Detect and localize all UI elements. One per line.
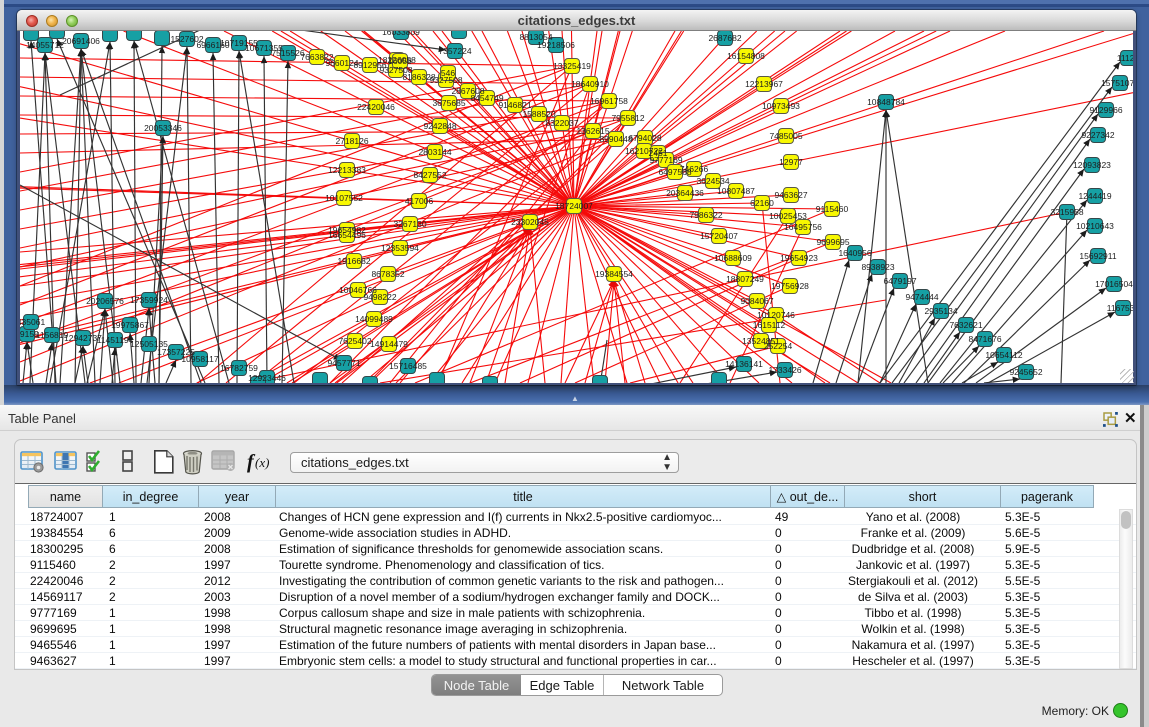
svg-text:8322037: 8322037 (545, 118, 578, 128)
svg-text:20364436: 20364436 (666, 188, 704, 198)
svg-text:2935134: 2935134 (924, 306, 957, 316)
svg-text:9129966: 9129966 (1089, 105, 1122, 115)
svg-text:17016504: 17016504 (1095, 279, 1133, 289)
svg-text:15720407: 15720407 (700, 231, 738, 241)
svg-text:14055712: 14055712 (26, 40, 64, 50)
svg-text:16961758: 16961758 (590, 96, 628, 106)
svg-text:16495756: 16495756 (784, 222, 822, 232)
svg-text:1733426: 1733426 (768, 365, 801, 375)
svg-text:3624534: 3624534 (696, 176, 729, 186)
svg-text:20691406: 20691406 (62, 36, 100, 46)
svg-text:417006: 417006 (405, 196, 434, 206)
svg-text:9777169: 9777169 (649, 155, 682, 165)
svg-text:(x): (x) (255, 455, 269, 470)
svg-text:15716485: 15716485 (389, 361, 427, 371)
svg-text:746266: 746266 (680, 164, 709, 174)
svg-text:12093823: 12093823 (1073, 160, 1111, 170)
svg-text:19975867: 19975867 (111, 320, 149, 330)
svg-text:19654923: 19654923 (780, 253, 818, 263)
svg-text:18724007: 18724007 (555, 201, 593, 211)
svg-text:10120746: 10120746 (757, 310, 795, 320)
svg-text:7625402: 7625402 (338, 336, 371, 346)
svg-text:3215958: 3215958 (1050, 207, 1083, 217)
svg-text:2718126: 2718126 (335, 136, 368, 146)
svg-text:14099489: 14099489 (355, 314, 393, 324)
svg-text:9699695: 9699695 (816, 237, 849, 247)
svg-text:10107552: 10107552 (325, 193, 363, 203)
svg-text:10654112: 10654112 (985, 350, 1022, 360)
svg-text:12353594: 12353594 (381, 243, 419, 253)
svg-text:435061: 435061 (20, 317, 45, 327)
svg-text:20206576: 20206576 (86, 296, 124, 306)
svg-text:9474444: 9474444 (905, 292, 938, 302)
svg-text:10848784: 10848784 (867, 97, 905, 107)
svg-text:8938923: 8938923 (861, 262, 894, 272)
svg-text:10973493: 10973493 (762, 101, 800, 111)
svg-text:7986322: 7986322 (689, 210, 722, 220)
svg-text:9498222: 9498222 (363, 292, 396, 302)
svg-text:7955812: 7955812 (611, 113, 644, 123)
svg-text:3267130: 3267130 (393, 219, 426, 229)
svg-text:12213383: 12213383 (328, 165, 366, 175)
svg-text:20053346: 20053346 (144, 123, 182, 133)
svg-text:19384554: 19384554 (595, 269, 633, 279)
svg-text:9245652: 9245652 (1009, 367, 1042, 377)
svg-text:6794028: 6794028 (628, 133, 661, 143)
svg-text:1244419: 1244419 (1078, 191, 1111, 201)
svg-text:1167534: 1167534 (1107, 303, 1133, 313)
svg-text:12213967: 12213967 (745, 79, 783, 89)
svg-text:9084067: 9084067 (740, 296, 773, 306)
svg-text:3675685: 3675685 (432, 98, 465, 108)
svg-text:1916682: 1916682 (337, 256, 370, 266)
svg-text:7357224: 7357224 (438, 46, 471, 56)
svg-text:15692911: 15692911 (1079, 251, 1116, 261)
svg-text:9463627: 9463627 (774, 190, 807, 200)
svg-text:2687682: 2687682 (708, 33, 741, 43)
svg-text:8454749: 8454749 (470, 93, 503, 103)
svg-text:8678352: 8678352 (371, 269, 404, 279)
svg-text:11127: 11127 (1117, 53, 1133, 63)
svg-text:17359924: 17359924 (130, 295, 168, 305)
svg-text:9115460: 9115460 (816, 204, 849, 214)
svg-text:16033809: 16033809 (382, 31, 420, 37)
svg-text:2803144: 2803144 (418, 147, 451, 157)
svg-text:15751074: 15751074 (1101, 78, 1133, 88)
svg-text:9227342: 9227342 (1081, 130, 1114, 140)
svg-text:16154808: 16154808 (727, 51, 765, 61)
svg-text:16654496: 16654496 (328, 230, 366, 240)
svg-text:10807487: 10807487 (717, 186, 755, 196)
svg-text:10210643: 10210643 (1076, 221, 1114, 231)
svg-text:7485005: 7485005 (769, 131, 802, 141)
svg-text:8471676: 8471676 (968, 334, 1001, 344)
svg-text:252254: 252254 (764, 341, 793, 351)
svg-text:18807249: 18807249 (726, 274, 764, 284)
svg-text:19218506: 19218506 (537, 40, 575, 50)
svg-text:10025453: 10025453 (769, 211, 807, 221)
svg-text:16782759: 16782759 (220, 363, 258, 373)
svg-text:16058: 16058 (388, 56, 412, 66)
svg-text:6479197: 6479197 (883, 276, 916, 286)
svg-text:1640956: 1640956 (838, 248, 871, 258)
svg-text:19756928: 19756928 (771, 281, 809, 291)
svg-text:1615112: 1615112 (753, 320, 786, 330)
svg-text:18640910: 18640910 (571, 79, 609, 89)
svg-text:12923446: 12923446 (248, 373, 286, 383)
svg-text:22420046: 22420046 (357, 102, 395, 112)
svg-text:10958117: 10958117 (181, 354, 218, 364)
svg-text:7632621: 7632621 (949, 320, 982, 330)
svg-text:14914479: 14914479 (370, 339, 408, 349)
svg-text:23302045: 23302045 (511, 217, 549, 227)
svg-text:62160: 62160 (750, 198, 774, 208)
svg-text:8427552: 8427552 (413, 170, 446, 180)
svg-text:9242848: 9242848 (423, 121, 456, 131)
svg-text:14136141: 14136141 (725, 359, 763, 369)
svg-text:10688609: 10688609 (714, 253, 752, 263)
svg-text:9457771: 9457771 (327, 358, 360, 368)
svg-text:11451194: 11451194 (97, 335, 134, 345)
svg-text:546: 546 (441, 68, 455, 78)
svg-text:13325419: 13325419 (553, 61, 591, 71)
svg-text:12977: 12977 (779, 157, 803, 167)
